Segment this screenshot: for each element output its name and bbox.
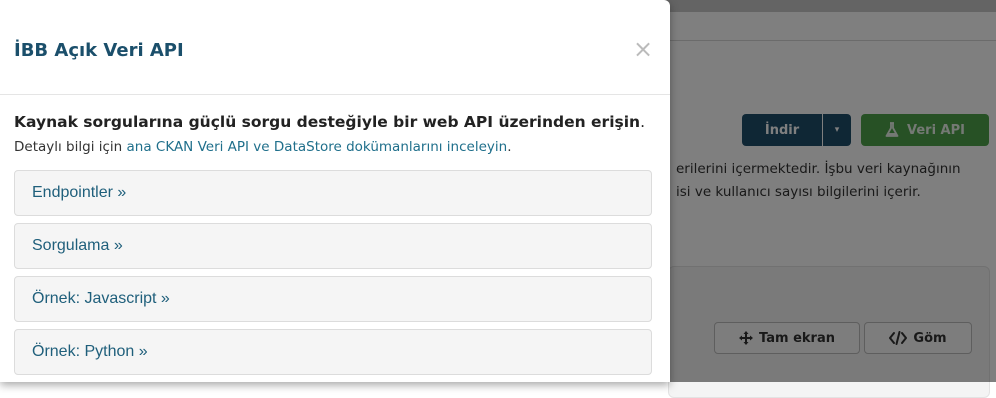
- modal-header: İBB Açık Veri API ×: [0, 0, 670, 95]
- subtext-prefix: Detaylı bilgi için: [14, 139, 127, 155]
- modal-lead: Kaynak sorgularına güçlü sorgu desteğiyl…: [14, 113, 645, 131]
- modal-title: İBB Açık Veri API: [14, 40, 184, 61]
- accordion-endpoints[interactable]: Endpointler »: [14, 170, 652, 216]
- lead-period: .: [640, 113, 646, 131]
- close-icon[interactable]: ×: [632, 36, 654, 62]
- accordion-querying[interactable]: Sorgulama »: [14, 223, 652, 269]
- accordion-python-example[interactable]: Örnek: Python »: [14, 329, 652, 375]
- api-modal: İBB Açık Veri API × Kaynak sorgularına g…: [0, 0, 670, 382]
- accordion-javascript-example[interactable]: Örnek: Javascript »: [14, 276, 652, 322]
- docs-link[interactable]: ana CKAN Veri API ve DataStore dokümanla…: [127, 139, 508, 155]
- lead-text: Kaynak sorgularına güçlü sorgu desteğiyl…: [14, 113, 641, 131]
- subtext-suffix: .: [507, 139, 512, 155]
- modal-subtext: Detaylı bilgi için ana CKAN Veri API ve …: [14, 139, 511, 155]
